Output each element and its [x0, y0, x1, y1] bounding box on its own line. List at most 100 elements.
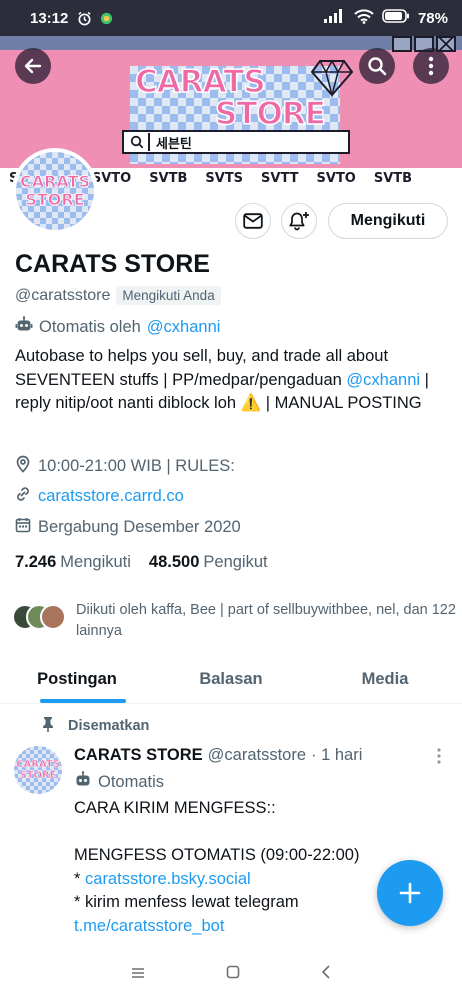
tweet-author-avatar[interactable]: CARATS STORE — [14, 746, 62, 794]
more-vertical-icon — [437, 748, 441, 764]
ticker-item: SVTB — [149, 170, 188, 186]
bio-text-part1: Autobase to helps you sell, buy, and tra… — [15, 347, 389, 389]
pinned-label-row: Disematkan — [42, 716, 149, 736]
followed-by-avatars — [12, 600, 68, 632]
profile-bio: Autobase to helps you sell, buy, and tra… — [15, 345, 453, 416]
followers-count: 48.500 — [148, 553, 200, 571]
tweet-line: * caratsstore.bsky.social — [74, 868, 394, 892]
back-nav-button[interactable] — [321, 963, 331, 984]
followers-label: Pengikut — [203, 553, 268, 571]
search-graphic-icon — [130, 133, 150, 151]
handle-row: @caratsstore Mengikuti Anda — [15, 286, 221, 305]
automated-label: Otomatis oleh @cxhanni — [15, 316, 220, 338]
tweet-text-telegram: * kirim menfess lewat telegram — [74, 893, 299, 911]
profile-name: CARATS STORE — [15, 250, 210, 278]
following-count-link[interactable]: 7.246 Mengikuti — [15, 553, 131, 572]
joined-text: Bergabung Desember 2020 — [38, 518, 241, 536]
following-count: 7.246 — [15, 553, 57, 571]
profile-banner: CARATS STORE 세븐틴 — [0, 36, 462, 168]
diamond-icon — [310, 58, 354, 103]
avatar-logo-text: CARATS STORE — [19, 172, 91, 209]
profile-avatar[interactable]: CARATS STORE — [12, 148, 98, 234]
search-icon — [368, 57, 387, 76]
back-button[interactable] — [15, 48, 51, 84]
website-row: caratsstore.carrd.co — [15, 486, 184, 507]
tweet-line: * kirim menfess lewat telegram t.me/cara… — [74, 891, 394, 938]
website-link[interactable]: caratsstore.carrd.co — [38, 487, 184, 506]
tweet-line: MENGFESS OTOMATIS (09:00-22:00) — [74, 846, 360, 864]
plus-icon — [399, 882, 421, 904]
tweet-link-telegram[interactable]: t.me/caratsstore_bot — [74, 917, 224, 935]
tweet-more-button[interactable] — [430, 748, 448, 768]
robot-icon — [74, 771, 92, 793]
banner-search-text: 세븐틴 — [156, 135, 192, 151]
more-options-button[interactable] — [413, 48, 449, 84]
calendar-icon — [15, 517, 31, 538]
compose-button[interactable] — [377, 860, 443, 926]
menu-lines-icon — [131, 967, 144, 978]
home-square-icon — [226, 965, 240, 978]
chevron-left-icon — [322, 964, 330, 979]
tweet-avatar-logo-line1: CARATS — [16, 759, 60, 770]
window-minimize-icon — [392, 36, 412, 52]
tab-media[interactable]: Media — [308, 656, 462, 703]
tweet-timestamp: · 1 hari — [311, 746, 363, 764]
battery-icon — [382, 9, 410, 27]
follow-counts: 7.246 Mengikuti 48.500 Pengikut — [15, 553, 268, 572]
location-text: 10:00-21:00 WIB | RULES: — [38, 457, 235, 475]
recent-apps-button[interactable] — [131, 963, 145, 984]
ticker-item: SVTT — [261, 170, 299, 186]
following-label: Mengikuti — [60, 553, 131, 571]
home-button[interactable] — [226, 963, 240, 984]
banner-search-graphic: 세븐틴 — [122, 130, 350, 154]
follows-you-badge: Mengikuti Anda — [116, 286, 221, 305]
ticker-item: SVTO — [316, 170, 356, 186]
envelope-icon — [243, 213, 263, 229]
location-row: 10:00-21:00 WIB | RULES: — [15, 455, 235, 478]
tweet-avatar-logo-text: CARATS STORE — [16, 759, 60, 781]
followed-by-text: Diikuti oleh kaffa, Bee | part of sellbu… — [76, 602, 456, 639]
robot-icon — [15, 316, 33, 338]
tweet-link-bsky[interactable]: caratsstore.bsky.social — [85, 870, 251, 888]
app-notification-icon — [98, 10, 114, 26]
search-button[interactable] — [359, 48, 395, 84]
avatar — [40, 604, 66, 630]
tweet-automated-label: Otomatis — [74, 771, 164, 793]
banner-brand-line1: CARATS — [134, 64, 266, 100]
tab-replies[interactable]: Balasan — [154, 656, 308, 703]
tweet-body: CARA KIRIM MENGFESS:: MENGFESS OTOMATIS … — [74, 797, 394, 938]
status-bar: 13:12 78% — [0, 0, 462, 36]
pinned-label: Disematkan — [68, 718, 150, 734]
followed-by-row[interactable]: Diikuti oleh kaffa, Bee | part of sellbu… — [12, 600, 457, 642]
tweet-author-name[interactable]: CARATS STORE — [74, 746, 203, 765]
followers-count-link[interactable]: 48.500 Pengikut — [149, 553, 268, 572]
pin-icon — [42, 716, 54, 736]
tweet-author-handle: @caratsstore — [207, 746, 307, 764]
tweet-avatar-logo-line2: STORE — [19, 770, 57, 781]
more-vertical-icon — [428, 56, 434, 76]
joined-row: Bergabung Desember 2020 — [15, 517, 241, 538]
automated-by-link[interactable]: @cxhanni — [147, 318, 221, 337]
system-nav-bar — [0, 946, 462, 1000]
notifications-button[interactable] — [281, 203, 317, 239]
tweet-line: CARA KIRIM MENGFESS:: — [74, 799, 276, 817]
wifi-icon — [354, 8, 374, 28]
bio-mention-link[interactable]: @cxhanni — [346, 371, 420, 389]
profile-handle: @caratsstore — [15, 286, 111, 304]
battery-percent: 78% — [417, 9, 448, 27]
ticker-item: SVTS — [205, 170, 244, 186]
message-button[interactable] — [235, 203, 271, 239]
avatar-logo-line1: CARATS — [19, 172, 91, 191]
status-time: 13:12 — [30, 9, 69, 27]
ticker-item: SVTB — [373, 170, 413, 186]
alarm-icon — [76, 10, 92, 26]
avatar-logo-line2: STORE — [25, 190, 85, 209]
arrow-left-icon — [24, 58, 42, 74]
following-button[interactable]: Mengikuti — [328, 203, 448, 239]
automated-prefix: Otomatis oleh — [39, 317, 141, 336]
signal-icon — [323, 9, 346, 27]
tweet-automated-text: Otomatis — [98, 772, 165, 791]
link-icon — [15, 486, 31, 507]
tab-posts[interactable]: Postingan — [0, 656, 154, 703]
